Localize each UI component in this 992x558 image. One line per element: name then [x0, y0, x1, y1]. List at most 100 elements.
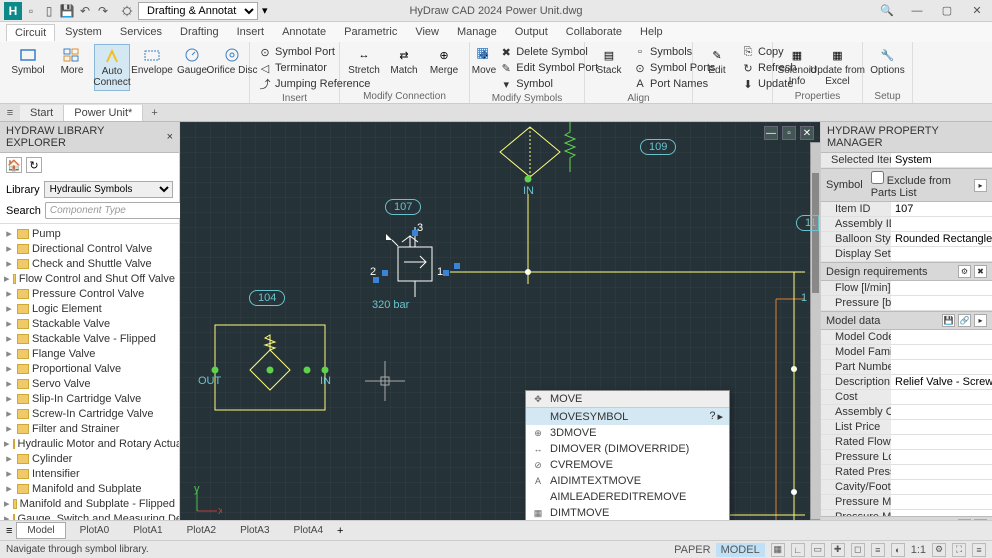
grid-icon[interactable]: ▦ [771, 543, 785, 557]
gauge-button[interactable]: Gauge [174, 44, 210, 78]
undo-icon[interactable]: ↶ [76, 2, 94, 20]
auto-connect-button[interactable]: Auto Connect [94, 44, 130, 91]
tree-node[interactable]: ▸Pump [0, 226, 179, 241]
home-icon[interactable]: 🏠 [6, 157, 22, 173]
gear-icon[interactable]: ⚙ [932, 543, 946, 557]
polar-icon[interactable]: ✚ [831, 543, 845, 557]
tab-add[interactable]: + [143, 105, 165, 121]
tree-node[interactable]: ▸Stackable Valve - Flipped [0, 331, 179, 346]
app-icon[interactable]: H [4, 2, 22, 20]
property-row[interactable]: Item ID107 [821, 202, 992, 217]
canvas-scrollbar-v[interactable] [810, 142, 820, 520]
menu-output[interactable]: Output [507, 24, 556, 40]
refresh-icon[interactable]: ↻ [26, 157, 42, 173]
tree-node[interactable]: ▸Screw-In Cartridge Valve [0, 406, 179, 421]
property-row[interactable]: Pressure [bar] [821, 296, 992, 311]
property-row[interactable]: Part Number [821, 360, 992, 375]
search-input[interactable] [45, 202, 201, 219]
property-row[interactable]: Rated Flow [l/m [821, 435, 992, 450]
save-icon[interactable]: 💾 [58, 2, 76, 20]
cmd-aimleader[interactable]: AIMLEADEREDITREMOVE [526, 489, 729, 505]
menu-parametric[interactable]: Parametric [336, 24, 405, 40]
property-row[interactable]: Rated Pressure [821, 465, 992, 480]
tab-plota1[interactable]: PlotA1 [123, 523, 172, 538]
tree-node[interactable]: ▸Flow Control and Shut Off Valve [0, 271, 179, 286]
tree-node[interactable]: ▸Pressure Control Valve [0, 286, 179, 301]
tree-node[interactable]: ▸Cylinder [0, 451, 179, 466]
symbol-section[interactable]: Symbol [826, 179, 863, 191]
redo-icon[interactable]: ↷ [94, 2, 112, 20]
workspace-select[interactable]: Drafting & Annotation [138, 2, 258, 20]
tab-plota4[interactable]: PlotA4 [284, 523, 333, 538]
cmd-dimtmove[interactable]: ▦DIMTMOVE [526, 505, 729, 521]
canvas-close-icon[interactable]: ✕ [800, 126, 814, 140]
cmd-movesymbol[interactable]: MOVESYMBOL?▸ [526, 408, 729, 425]
help-icon[interactable]: ? [709, 410, 715, 423]
property-row[interactable]: Cavity/Footprin [821, 480, 992, 495]
tab-start[interactable]: Start [20, 105, 64, 121]
new-icon[interactable]: ▫ [22, 2, 40, 20]
menu-services[interactable]: Services [112, 24, 170, 40]
panel-close-icon[interactable]: × [167, 131, 173, 143]
chevron-icon[interactable]: ▸ [974, 179, 987, 192]
lineweight-icon[interactable]: ≡ [871, 543, 885, 557]
dropdown-caret-icon[interactable]: ▾ [262, 4, 268, 17]
osnap-icon[interactable]: ◻ [851, 543, 865, 557]
grip[interactable] [382, 270, 388, 276]
tree-node[interactable]: ▸Slip-In Cartridge Valve [0, 391, 179, 406]
tab-power-unit[interactable]: Power Unit* [64, 105, 143, 121]
menu-icon[interactable]: ≡ [972, 543, 986, 557]
fullscreen-icon[interactable]: ⛶ [952, 543, 966, 557]
tree-node[interactable]: ▸Manifold and Subplate - Flipped [0, 496, 179, 511]
property-row[interactable]: Flow [l/min] [821, 281, 992, 296]
more-button[interactable]: More [54, 44, 90, 78]
tree-node[interactable]: ▸Stackable Valve [0, 316, 179, 331]
property-row[interactable]: DescriptionRelief Valve - Screw-in C [821, 375, 992, 390]
cmd-cvremove[interactable]: ⊘CVREMOVE [526, 457, 729, 473]
exclude-checkbox[interactable] [871, 171, 884, 184]
cmd-aidimtextmove[interactable]: AAIDIMTEXTMOVE [526, 473, 729, 489]
drawing-canvas[interactable]: — ▫ ✕ IN 109 107 [180, 122, 820, 540]
tree-node[interactable]: ▸Intensifier [0, 466, 179, 481]
snap-icon[interactable]: ∟ [791, 543, 805, 557]
chevron-icon[interactable]: ▸ [974, 314, 987, 327]
flyout-icon[interactable]: ▸ [717, 410, 723, 423]
tree-node[interactable]: ▸Flange Valve [0, 346, 179, 361]
workspace-switcher[interactable]: Drafting & Annotation ▾ [120, 2, 268, 20]
grip[interactable] [443, 270, 449, 276]
tab-add[interactable]: + [337, 525, 343, 537]
property-row[interactable]: Pressure Loss [821, 450, 992, 465]
tree-node[interactable]: ▸Proportional Valve [0, 361, 179, 376]
menu-system[interactable]: System [57, 24, 110, 40]
link-icon[interactable]: 🔗 [958, 314, 971, 327]
cmd-3dmove[interactable]: ⊕3DMOVE [526, 425, 729, 441]
property-row[interactable]: List Price [821, 420, 992, 435]
delete-icon[interactable]: ✖ [974, 265, 987, 278]
tool-icon[interactable]: ⚙ [958, 265, 971, 278]
tree-node[interactable]: ▸Hydraulic Motor and Rotary Actuator [0, 436, 179, 451]
hamburger-icon[interactable]: ≡ [6, 525, 12, 537]
options-button[interactable]: 🔧Options [869, 44, 906, 78]
tab-plota0[interactable]: PlotA0 [70, 523, 119, 538]
menu-annotate[interactable]: Annotate [274, 24, 334, 40]
transparency-icon[interactable]: ◐ [891, 543, 905, 557]
stretch-button[interactable]: ↔Stretch [346, 44, 382, 78]
update-from-excel-button[interactable]: ▦Update from Excel [819, 44, 856, 89]
save-icon[interactable]: 💾 [942, 314, 955, 327]
ortho-icon[interactable]: ▭ [811, 543, 825, 557]
property-row[interactable]: Assembly Cost [821, 405, 992, 420]
menu-insert[interactable]: Insert [229, 24, 273, 40]
menu-manage[interactable]: Manage [449, 24, 505, 40]
open-icon[interactable]: ▯ [40, 2, 58, 20]
tree-node[interactable]: ▸Logic Element [0, 301, 179, 316]
property-row[interactable]: Model Family [821, 345, 992, 360]
tree-node[interactable]: ▸Manifold and Subplate [0, 481, 179, 496]
property-row[interactable]: Assembly ID [821, 217, 992, 232]
property-row[interactable]: Pressure Min [b [821, 495, 992, 510]
minimize-button[interactable]: — [902, 0, 932, 22]
paper-model-toggle[interactable]: PAPERMODEL [669, 544, 765, 556]
merge-button[interactable]: ⊕Merge [426, 44, 462, 78]
property-row[interactable]: Balloon StyleRounded Rectangle [821, 232, 992, 247]
match-button[interactable]: ⇄Match [386, 44, 422, 78]
menu-drafting[interactable]: Drafting [172, 24, 227, 40]
